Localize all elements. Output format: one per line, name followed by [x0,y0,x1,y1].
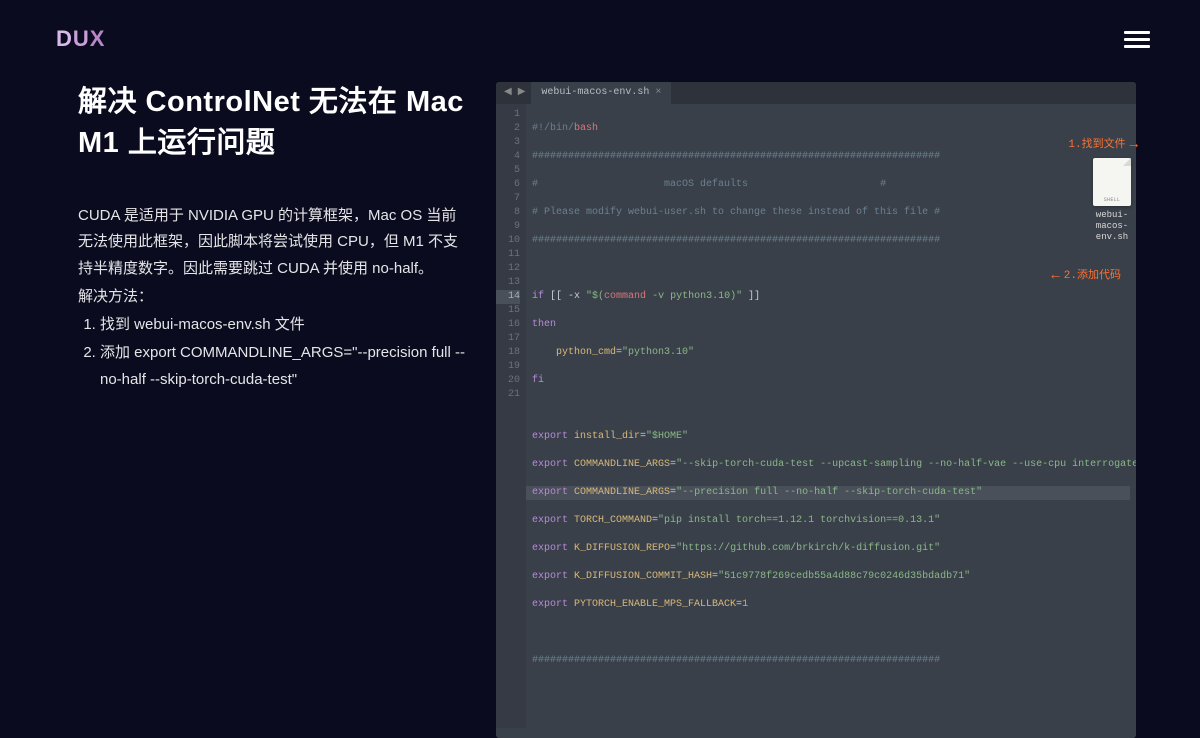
code-body: #!/bin/bash ############################… [526,104,1136,728]
file-icon-box: webui-macos-env.sh [1082,158,1142,242]
shell-file-icon [1093,158,1131,206]
step-2: 添加 export COMMANDLINE_ARGS="--precision … [100,340,468,393]
annotation-2: ← 2.添加代码 [1051,267,1121,287]
method-label: 解决方法： [78,284,468,310]
right-column: ◀ ▶ webui-macos-env.sh × 123456789101112… [496,82,1150,738]
header: DUX [0,0,1200,52]
tab-label: webui-macos-env.sh [541,86,649,100]
hamburger-menu-icon[interactable] [1124,31,1150,48]
description: CUDA 是适用于 NVIDIA GPU 的计算框架，Mac OS 当前无法使用… [78,203,468,282]
code-editor: ◀ ▶ webui-macos-env.sh × 123456789101112… [496,82,1136,738]
logo: DUX [56,26,105,52]
body-text: CUDA 是适用于 NVIDIA GPU 的计算框架，Mac OS 当前无法使用… [78,203,468,393]
tab-bar: ◀ ▶ webui-macos-env.sh × [496,82,1136,104]
steps-list: 找到 webui-macos-env.sh 文件 添加 export COMMA… [78,312,468,393]
logo-x: X [90,26,106,51]
left-column: 解决 ControlNet 无法在 Mac M1 上运行问题 CUDA 是适用于… [78,82,468,738]
code-area: 123456789101112131415161718192021 #!/bin… [496,104,1136,738]
line-gutter: 123456789101112131415161718192021 [496,104,526,728]
close-icon[interactable]: × [655,86,661,100]
editor-tab[interactable]: webui-macos-env.sh × [531,82,671,104]
arrow-right-icon: → [1130,136,1138,156]
file-name-label: webui-macos-env.sh [1082,210,1142,242]
page-title: 解决 ControlNet 无法在 Mac M1 上运行问题 [78,82,468,163]
step-1: 找到 webui-macos-env.sh 文件 [100,312,468,338]
logo-d: D [56,26,73,51]
annotation-1-text: 1.找到文件 [1068,138,1125,153]
annotation-1: 1.找到文件 → [1068,136,1138,156]
arrow-left-icon: ← [1051,267,1059,287]
logo-u: U [73,26,90,51]
annotation-2-text: 2.添加代码 [1064,269,1121,284]
tab-nav-arrows-icon[interactable]: ◀ ▶ [496,86,531,100]
content: 解决 ControlNet 无法在 Mac M1 上运行问题 CUDA 是适用于… [0,52,1200,738]
